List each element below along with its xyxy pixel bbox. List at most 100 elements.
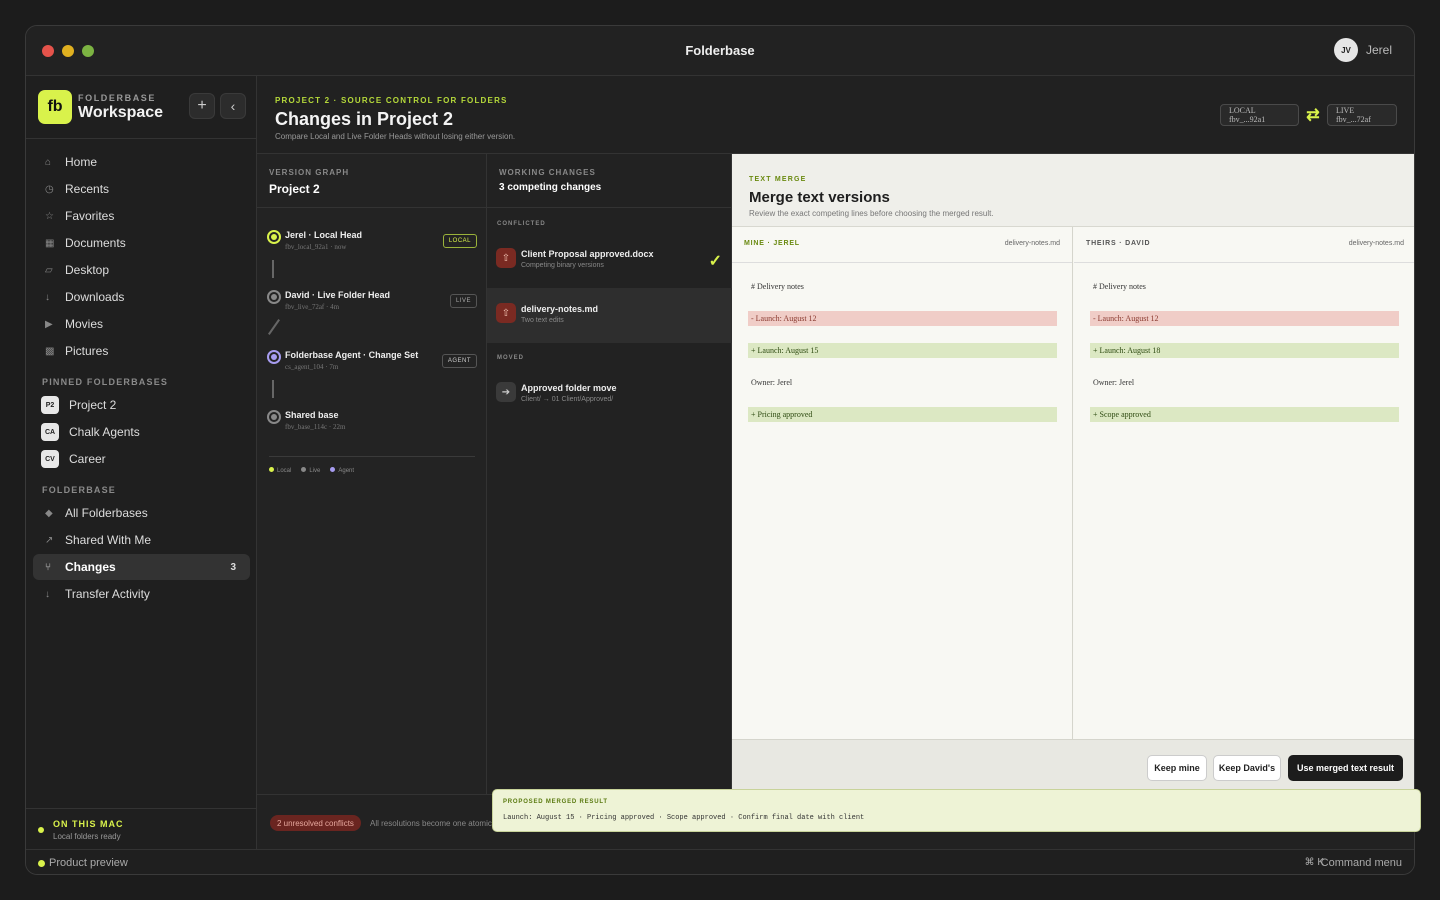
graph-edge [268, 319, 280, 335]
sync-status-title: ON THIS MAC [53, 819, 124, 829]
merge-title: Merge text versions [749, 189, 890, 206]
nav-item-shared-with-me[interactable]: ↗ Shared With Me [33, 527, 250, 553]
share-arrow-icon: ↗ [45, 534, 54, 546]
star-icon: ☆ [45, 210, 54, 222]
diff-line: Owner: Jerel [1093, 378, 1135, 387]
folderbase-badge: CA [41, 423, 59, 441]
page-header: PROJECT 2 · SOURCE CONTROL FOR FOLDERS C… [257, 76, 1414, 154]
diff-line-added: + Pricing approved [748, 407, 1057, 422]
change-sub: Two text edits [521, 317, 564, 324]
pinned-item-chalk-agents[interactable]: CA Chalk Agents [33, 419, 250, 445]
node-name: Jerel · Local Head [285, 230, 363, 240]
change-sub: Client/ → 01 Client/Approved/ [521, 396, 614, 403]
pictures-icon: ▩ [45, 345, 55, 357]
merged-result-kicker: PROPOSED MERGED RESULT [503, 799, 608, 805]
status-dot-icon [38, 860, 45, 867]
user-menu[interactable]: JV Jerel [1333, 38, 1392, 62]
diff-line: Owner: Jerel [751, 378, 793, 387]
nav-label: Changes [65, 560, 116, 574]
version-graph-kicker: VERSION GRAPH [269, 168, 350, 177]
branch-icon: ⑂ [45, 561, 51, 573]
folderbase-badge: P2 [41, 396, 59, 414]
diamond-icon: ◆ [45, 507, 53, 519]
nav-label: Home [65, 155, 98, 169]
status-dot-icon [38, 827, 44, 833]
nav-label: Favorites [65, 209, 115, 223]
nav-label: Downloads [65, 290, 125, 304]
brand-kicker: FOLDERBASE [78, 92, 157, 103]
nav-item-home[interactable]: ⌂ Home [33, 149, 250, 175]
resolution-note: All resolutions become one atomic [370, 819, 492, 828]
nav-label: Desktop [65, 263, 110, 277]
conflict-icon: ⇧ [496, 248, 516, 268]
moved-section-title: MOVED [497, 355, 525, 361]
change-item-client-proposal[interactable]: ⇧ Client Proposal approved.docx Competin… [487, 233, 732, 288]
pinned-label: Project 2 [69, 398, 117, 412]
working-changes-panel: WORKING CHANGES 3 competing changes CONF… [487, 154, 732, 794]
nav-item-desktop[interactable]: ▱ Desktop [33, 257, 250, 283]
nav-label: Pictures [65, 344, 109, 358]
nav-item-documents[interactable]: ▦ Documents [33, 230, 250, 256]
folderbase-badge: CV [41, 450, 59, 468]
diff-line-added: + Launch: August 18 [1090, 343, 1399, 358]
use-merged-result-button[interactable]: Use merged text result [1288, 755, 1403, 781]
nav-item-pictures[interactable]: ▩ Pictures [33, 338, 250, 364]
local-tag: LOCAL [442, 234, 477, 248]
add-button[interactable]: + [189, 93, 215, 119]
local-head-hash[interactable]: LOCAL fbv_...92a1 [1220, 104, 1299, 126]
working-changes-title: 3 competing changes [499, 182, 602, 193]
merged-result-text: Launch: August 15 · Pricing approved · S… [503, 814, 865, 822]
node-meta: fbv_live_72af · 4m [285, 303, 340, 311]
version-graph-panel: VERSION GRAPH Project 2 Jerel · Local He… [257, 154, 487, 794]
pinned-item-project-2[interactable]: P2 Project 2 [33, 392, 250, 418]
agent-node-icon [267, 350, 281, 364]
collapse-sidebar-button[interactable]: ‹ [220, 93, 246, 119]
change-item-delivery-notes[interactable]: ⇧ delivery-notes.md Two text edits [487, 288, 732, 343]
keep-mine-button[interactable]: Keep mine [1147, 755, 1207, 781]
change-name: Client Proposal approved.docx [521, 249, 654, 259]
check-icon: ✓ [708, 253, 722, 270]
nav-item-movies[interactable]: ▶ Movies [33, 311, 250, 337]
keep-theirs-button[interactable]: Keep David's [1213, 755, 1281, 781]
nav-label: Documents [65, 236, 126, 250]
live-head-hash[interactable]: LIVE fbv_...72af [1327, 104, 1397, 126]
mine-label: MINE · JEREL [744, 240, 800, 247]
move-arrow-icon: ➔ [496, 382, 516, 402]
documents-icon: ▦ [45, 237, 55, 249]
live-tag: LIVE [449, 294, 477, 308]
page-kicker: PROJECT 2 · SOURCE CONTROL FOR FOLDERS [275, 96, 508, 105]
graph-edge [272, 380, 274, 398]
download-icon: ↓ [45, 291, 50, 303]
nav-item-all-folderbases[interactable]: ◆ All Folderbases [33, 500, 250, 526]
folderbase-section-title: FOLDERBASE [42, 485, 117, 495]
nav-item-downloads[interactable]: ↓ Downloads [33, 284, 250, 310]
text-merge-panel: TEXT MERGE Merge text versions Review th… [732, 154, 1414, 794]
app-window: Folderbase JV Jerel fb FOLDERBASE Worksp… [25, 25, 1415, 875]
node-meta: cs_agent_104 · 7m [285, 363, 339, 371]
node-meta: fbv_local_92a1 · now [285, 243, 347, 251]
command-menu-button[interactable]: Command menu [1321, 857, 1402, 869]
graph-legend: Local Live Agent [269, 467, 354, 474]
nav-item-favorites[interactable]: ☆ Favorites [33, 203, 250, 229]
nav-label: Recents [65, 182, 110, 196]
sync-status-sub: Local folders ready [53, 832, 121, 841]
local-node-icon [267, 230, 281, 244]
node-name: David · Live Folder Head [285, 290, 391, 300]
nav-label: All Folderbases [65, 506, 148, 520]
node-name: Shared base [285, 410, 339, 420]
version-graph-title: Project 2 [269, 182, 320, 196]
nav-item-recents[interactable]: ◷ Recents [33, 176, 250, 202]
nav-item-transfer-activity[interactable]: ↓ Transfer Activity [33, 581, 250, 607]
diff-line-added: + Launch: August 15 [748, 343, 1057, 358]
conflict-icon: ⇧ [496, 303, 516, 323]
avatar: JV [1333, 38, 1358, 62]
play-icon: ▶ [45, 318, 53, 330]
theirs-pane: THEIRS · DAVID delivery-notes.md # Deliv… [1074, 227, 1414, 739]
app-title: Folderbase [685, 43, 755, 58]
swap-icon[interactable]: ⇄ [1303, 104, 1323, 126]
pinned-item-career[interactable]: CV Career [33, 446, 250, 472]
nav-item-changes[interactable]: ⑂ Changes 3 [33, 554, 250, 580]
change-item-folder-move[interactable]: ➔ Approved folder move Client/ → 01 Clie… [487, 367, 732, 422]
conflicted-section-title: CONFLICTED [497, 221, 546, 227]
diff-line-removed: - Launch: August 12 [1090, 311, 1399, 326]
